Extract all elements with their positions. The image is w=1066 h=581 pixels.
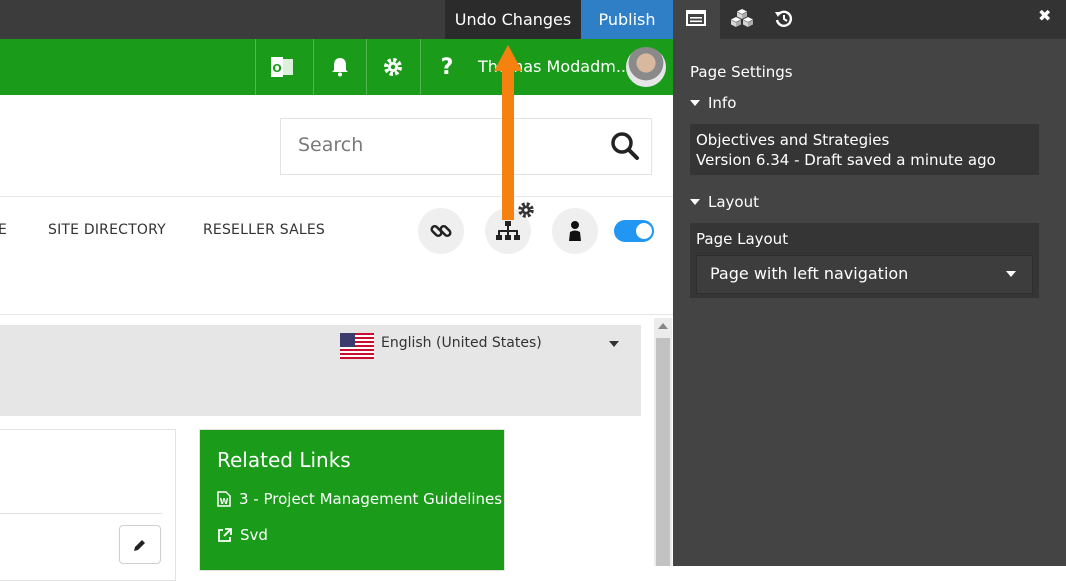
svg-text:W: W — [220, 497, 229, 506]
related-link-label: Svd — [240, 526, 268, 544]
search-placeholder: Search — [298, 134, 364, 156]
search-icon[interactable] — [610, 131, 640, 165]
publish-button[interactable]: Publish — [581, 0, 673, 39]
related-link-label: 3 - Project Management Guidelines — [239, 490, 503, 508]
us-flag-icon — [340, 333, 374, 363]
edit-button[interactable] — [119, 525, 161, 564]
scroll-up-arrow-icon[interactable] — [658, 323, 668, 329]
annotation-arrow-icon — [494, 45, 522, 71]
link-button[interactable] — [418, 208, 464, 254]
page-settings-icon[interactable] — [686, 10, 706, 30]
history-icon[interactable] — [774, 9, 794, 33]
web-parts-cubes-icon[interactable] — [730, 8, 754, 32]
caret-down-icon — [690, 199, 700, 205]
page-title: Objectives and Strategies — [696, 131, 890, 149]
sitemap-settings-gear-icon[interactable] — [516, 200, 536, 224]
layout-section-header[interactable]: Layout — [690, 193, 759, 211]
chevron-down-icon[interactable] — [609, 341, 619, 347]
info-section-label: Info — [708, 94, 737, 112]
person-icon — [569, 221, 581, 241]
related-link-item[interactable]: W 3 - Project Management Guidelines — [217, 490, 502, 508]
nav-item-truncated[interactable]: E — [0, 222, 7, 238]
chevron-down-icon[interactable] — [1006, 271, 1016, 277]
bell-icon[interactable] — [313, 39, 366, 95]
close-icon[interactable]: ✖ — [1038, 6, 1051, 25]
divider — [0, 513, 162, 514]
language-panel — [0, 325, 641, 416]
language-select[interactable]: English (United States) — [381, 335, 542, 351]
scrollbar-thumb[interactable] — [656, 338, 670, 566]
info-section-header[interactable]: Info — [690, 94, 736, 112]
caret-down-icon — [690, 100, 700, 106]
help-icon[interactable]: ? — [420, 39, 473, 95]
layout-section-label: Layout — [708, 193, 759, 211]
external-link-icon — [218, 527, 232, 542]
nav-item-reseller-sales[interactable]: RESELLER SALES — [203, 222, 325, 238]
user-button[interactable] — [552, 208, 598, 254]
pencil-icon — [134, 539, 145, 551]
nav-item-site-directory[interactable]: SITE DIRECTORY — [48, 222, 166, 238]
svg-text:O: O — [272, 62, 281, 75]
version-status: Version 6.34 - Draft saved a minute ago — [696, 151, 996, 169]
divider — [0, 314, 673, 315]
page-layout-value: Page with left navigation — [710, 264, 909, 283]
gear-icon[interactable] — [366, 39, 419, 95]
avatar[interactable] — [626, 47, 666, 87]
panel-title: Page Settings — [690, 63, 793, 81]
outlook-icon[interactable]: O — [255, 39, 308, 95]
related-links-title: Related Links — [217, 448, 351, 472]
annotation-arrow-shaft — [502, 70, 514, 220]
toggle-knob — [636, 223, 652, 239]
divider — [0, 196, 673, 197]
undo-changes-button[interactable]: Undo Changes — [445, 0, 581, 39]
page-layout-label: Page Layout — [696, 230, 789, 248]
related-link-item[interactable]: Svd — [217, 526, 268, 544]
word-doc-icon: W — [217, 491, 231, 507]
link-icon — [430, 224, 452, 238]
